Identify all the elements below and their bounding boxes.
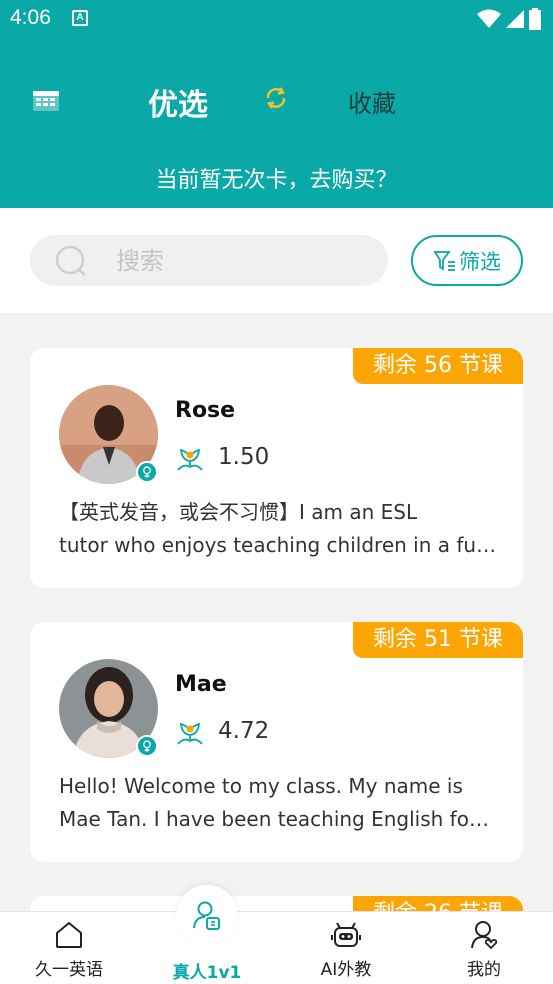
signal-icon	[506, 10, 524, 28]
app-header: 4:06 A 优选 收藏 当前暂无次卡，去购买？	[0, 0, 553, 208]
notification-app-icon: A	[72, 10, 88, 26]
nav-live-label[interactable]: 真人1v1	[152, 958, 262, 983]
nav-home[interactable]: 久一英语	[14, 912, 124, 984]
nav-ai-label: AI外教	[320, 960, 372, 980]
status-bar: 4:06 A	[0, 0, 553, 40]
status-icons	[477, 8, 541, 30]
description-line: Hello! Welcome to my class. My name is	[59, 774, 463, 798]
refresh-icon[interactable]	[262, 84, 290, 112]
nav-home-label: 久一英语	[35, 960, 103, 980]
teacher-rating: 4.72	[218, 718, 270, 744]
status-time: 4:06	[10, 6, 51, 29]
teacher-card[interactable]: 剩余 51 节课 Mae 4.72 Hello! Welcome to my c…	[30, 622, 523, 862]
female-icon	[136, 461, 158, 483]
teacher-rating: 1.50	[218, 444, 270, 470]
nav-me[interactable]: 我的	[429, 912, 539, 984]
tab-favorites[interactable]: 收藏	[348, 84, 396, 119]
description-line: 【英式发音，或会不习惯】I am an ESL	[59, 500, 418, 524]
nav-live-tutor[interactable]	[176, 885, 238, 947]
calendar-icon[interactable]	[32, 88, 60, 112]
nav-ai-tutor[interactable]: AI外教	[291, 912, 401, 984]
wifi-icon	[477, 9, 501, 28]
nav-me-label: 我的	[467, 960, 501, 980]
teacher-name: Mae	[175, 672, 227, 697]
description-line: tutor who enjoys teaching children in a …	[59, 533, 497, 557]
robot-icon	[331, 922, 361, 947]
bottom-nav: 久一英语 AI外教 我的	[0, 911, 553, 984]
search-input[interactable]	[116, 235, 366, 286]
flower-rating-icon	[177, 448, 203, 471]
remaining-lessons-badge: 剩余 56 节课	[353, 348, 523, 384]
battery-icon	[529, 8, 541, 30]
filter-button[interactable]: 筛选	[411, 235, 523, 286]
filter-label: 筛选	[459, 249, 501, 274]
filter-icon	[433, 250, 455, 271]
top-nav: 优选 收藏	[0, 74, 553, 126]
profile-icon	[471, 921, 498, 950]
teacher-description: 【英式发音，或会不习惯】I am an ESL tutor who enjoys…	[59, 496, 499, 562]
flower-rating-icon	[177, 722, 203, 745]
search-icon	[55, 245, 86, 276]
teacher-card[interactable]: 剩余 56 节课 Rose 1.50 【英式发音，或会不习惯】I am an E…	[30, 348, 523, 588]
live-tutor-icon	[193, 901, 220, 930]
tab-featured[interactable]: 优选	[148, 80, 208, 124]
teacher-description: Hello! Welcome to my class. My name is M…	[59, 770, 499, 836]
search-area: 筛选	[0, 208, 553, 313]
female-icon	[136, 735, 158, 757]
description-line: Mae Tan. I have been teaching English fo…	[59, 807, 489, 831]
search-box[interactable]	[30, 235, 388, 286]
remaining-lessons-badge: 剩余 51 节课	[353, 622, 523, 658]
purchase-notice[interactable]: 当前暂无次卡，去购买？	[0, 162, 553, 194]
home-icon	[56, 922, 82, 948]
teacher-name: Rose	[175, 398, 236, 423]
